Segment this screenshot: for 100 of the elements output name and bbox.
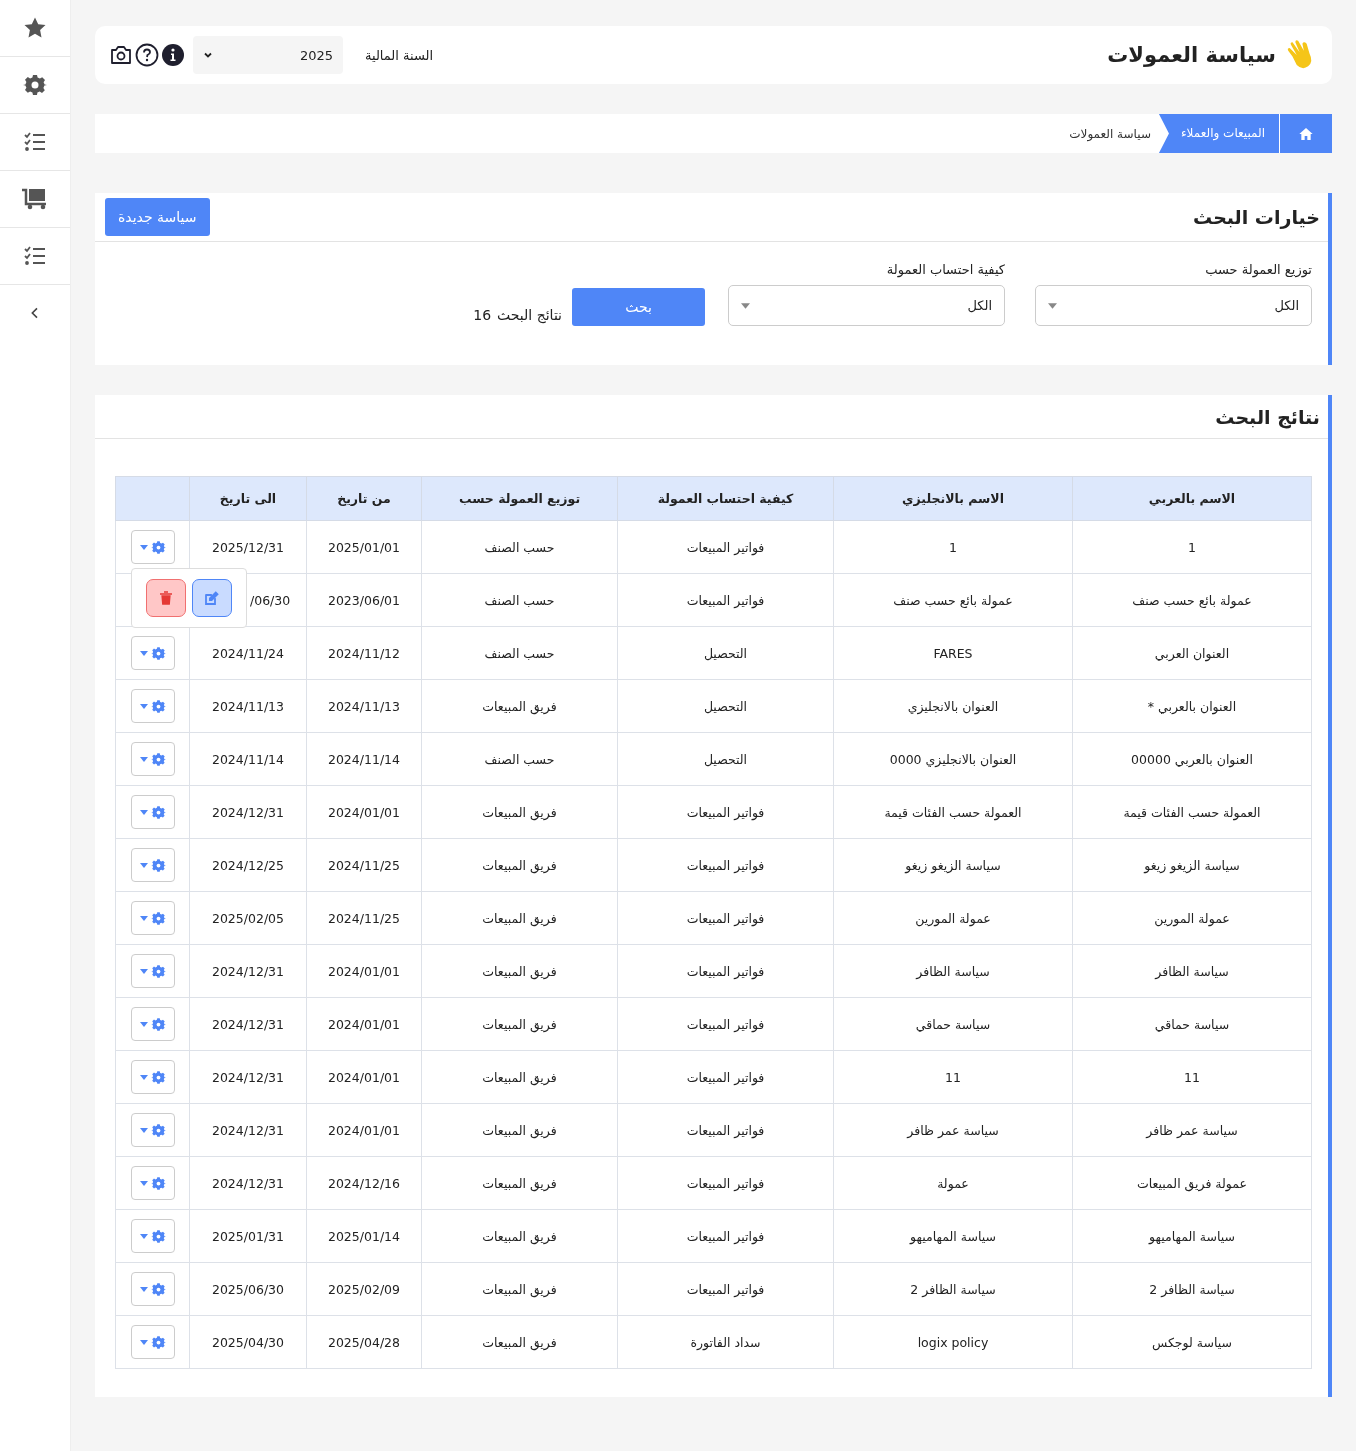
checklist-icon[interactable]	[23, 244, 47, 268]
breadcrumb-current: سياسة العمولات	[1069, 126, 1151, 141]
caret-icon	[741, 302, 750, 309]
table-cell: سياسة الظافر	[833, 944, 1073, 998]
table-cell: فريق المبيعات	[421, 785, 618, 839]
star-icon[interactable]	[23, 16, 47, 40]
caret-icon	[139, 544, 148, 550]
table-cell: حسب الصنف	[421, 573, 618, 627]
table-cell: 11	[833, 1050, 1073, 1104]
table-cell: 2024/12/31	[189, 1050, 307, 1104]
caret-icon	[139, 915, 148, 921]
row-actions-button[interactable]	[130, 1325, 175, 1359]
row-actions-button[interactable]	[130, 689, 175, 723]
table-cell: حسب الصنف	[421, 520, 618, 574]
column-header: الاسم بالانجليزي	[833, 476, 1073, 521]
table-cell: فريق المبيعات	[421, 838, 618, 892]
gear-icon	[150, 910, 166, 926]
table-cell: سياسة المهاميهو	[833, 1209, 1073, 1263]
table-cell: فواتير المبيعات	[617, 1156, 834, 1210]
info-icon[interactable]	[161, 43, 185, 67]
table-cell: العنوان بالانجليزي	[833, 679, 1073, 733]
table-cell: سياسة حماقي	[1072, 997, 1312, 1051]
caret-icon	[139, 1021, 148, 1027]
table-cell: حسب الصنف	[421, 732, 618, 786]
caret-icon	[139, 756, 148, 762]
table-cell: 2024/01/01	[306, 944, 422, 998]
column-header: كيفية احتساب العمولة	[617, 476, 834, 521]
table-cell: 2024/01/01	[306, 785, 422, 839]
table-cell: فواتير المبيعات	[617, 1103, 834, 1157]
table-cell: 2024/11/25	[306, 838, 422, 892]
table-cell: 2025/01/14	[306, 1209, 422, 1263]
table-cell: 2024/11/12	[306, 626, 422, 680]
table-cell: سياسة الظافر 2	[833, 1262, 1073, 1316]
row-actions-button[interactable]	[130, 1272, 175, 1306]
table-cell: 2025/04/28	[306, 1315, 422, 1369]
table-cell: FARES	[833, 626, 1073, 680]
table-cell: العنوان بالعربي 00000	[1072, 732, 1312, 786]
caret-icon	[139, 862, 148, 868]
table-cell: عمولة	[833, 1156, 1073, 1210]
fiscal-year-label: السنة المالية	[365, 47, 434, 63]
table-cell: فواتير المبيعات	[617, 944, 834, 998]
edit-icon	[203, 589, 221, 607]
settings-icon[interactable]	[23, 73, 47, 97]
table-cell: 2024/11/13	[189, 679, 307, 733]
table-cell: 2024/12/16	[306, 1156, 422, 1210]
table-cell: عمولة المورين	[1072, 891, 1312, 945]
row-actions-button[interactable]	[130, 742, 175, 776]
table-cell: فريق المبيعات	[421, 1209, 618, 1263]
table-cell: فريق المبيعات	[421, 1156, 618, 1210]
row-actions-button[interactable]	[130, 954, 175, 988]
row-actions-button[interactable]	[130, 1113, 175, 1147]
row-actions-button[interactable]	[130, 1060, 175, 1094]
table-cell: العمولة حسب الفئات قيمة	[833, 785, 1073, 839]
edit-button[interactable]	[192, 579, 232, 617]
table-cell: logix policy	[833, 1315, 1073, 1369]
checklist-icon[interactable]	[23, 130, 47, 154]
gear-icon	[150, 1334, 166, 1350]
trash-icon	[158, 590, 174, 606]
home-link[interactable]	[1279, 114, 1332, 153]
table-cell: حسب الصنف	[421, 626, 618, 680]
row-actions-button[interactable]	[130, 848, 175, 882]
table-cell: 2025/01/01	[306, 520, 422, 574]
caret-icon	[139, 1339, 148, 1345]
caret-icon	[139, 809, 148, 815]
table-cell: فريق المبيعات	[421, 944, 618, 998]
table-cell: 2025/01/31	[189, 1209, 307, 1263]
table-cell: 2024/12/31	[189, 785, 307, 839]
row-actions-button[interactable]	[130, 1166, 175, 1200]
fiscal-year-select[interactable]: 2025	[193, 36, 343, 74]
table-cell: فواتير المبيعات	[617, 891, 834, 945]
row-actions-button[interactable]	[130, 1007, 175, 1041]
row-actions-button[interactable]	[130, 636, 175, 670]
camera-icon[interactable]	[109, 43, 133, 67]
cart-icon[interactable]	[21, 187, 49, 211]
row-actions-button[interactable]	[130, 1219, 175, 1253]
caret-icon	[139, 1180, 148, 1186]
table-cell: فريق المبيعات	[421, 1262, 618, 1316]
table-cell: فواتير المبيعات	[617, 1209, 834, 1263]
filter-select[interactable]: الكل	[1035, 285, 1312, 326]
gear-icon	[150, 539, 166, 555]
table-cell: سياسة الزيغو زيغو	[833, 838, 1073, 892]
row-actions-button[interactable]	[130, 901, 175, 935]
table-cell: 2024/11/24	[189, 626, 307, 680]
help-icon[interactable]	[135, 43, 159, 67]
caret-icon	[139, 1233, 148, 1239]
caret-icon	[1048, 302, 1057, 309]
table-cell: التحصيل	[617, 679, 834, 733]
row-actions-button[interactable]	[130, 795, 175, 829]
gear-icon	[150, 1069, 166, 1085]
row-actions-button[interactable]	[130, 530, 175, 564]
table-cell: عمولة فريق المبيعات	[1072, 1156, 1312, 1210]
filter-select[interactable]: الكل	[728, 285, 1005, 326]
table-cell: 2024/12/31	[189, 1103, 307, 1157]
section-title: خيارات البحث	[1193, 206, 1320, 228]
delete-button[interactable]	[146, 579, 186, 617]
home-icon	[1298, 125, 1314, 142]
gear-icon	[150, 1281, 166, 1297]
caret-icon	[139, 1286, 148, 1292]
table-cell: 2024/11/13	[306, 679, 422, 733]
section-title: نتائج البحث	[1215, 405, 1320, 428]
